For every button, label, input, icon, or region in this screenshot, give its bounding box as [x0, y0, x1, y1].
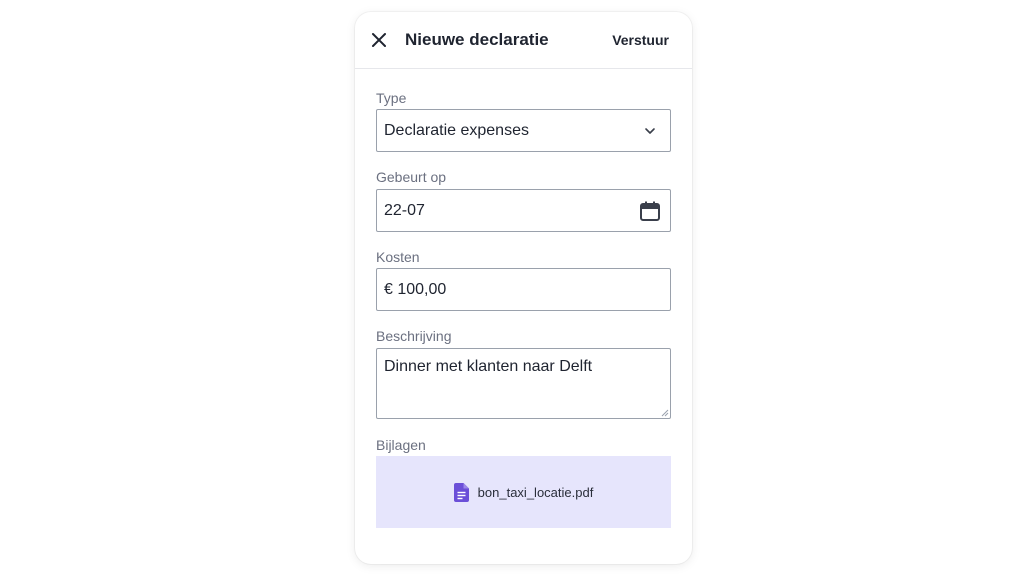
cost-label: Kosten	[376, 249, 420, 265]
attachment-file-name: bon_taxi_locatie.pdf	[477, 484, 594, 500]
resize-handle-icon[interactable]	[661, 409, 669, 417]
date-field[interactable]: 22-07	[376, 189, 671, 232]
attachments-area[interactable]: bon_taxi_locatie.pdf	[376, 456, 671, 528]
new-expense-panel: Nieuwe declaratie Verstuur Type Declarat…	[355, 12, 692, 564]
date-value: 22-07	[384, 201, 425, 219]
description-label: Beschrijving	[376, 328, 452, 344]
description-value: Dinner met klanten naar Delft	[384, 358, 593, 375]
panel-header: Nieuwe declaratie Verstuur	[355, 12, 692, 69]
date-label: Gebeurt op	[376, 169, 447, 185]
cost-value: € 100,00	[384, 280, 447, 298]
calendar-icon[interactable]	[630, 190, 670, 231]
close-button[interactable]	[369, 30, 389, 50]
document-icon	[453, 482, 469, 502]
type-value: Declaratie expenses	[384, 121, 529, 139]
attachments-label: Bijlagen	[376, 437, 426, 453]
description-field[interactable]: Dinner met klanten naar Delft	[376, 348, 671, 419]
type-select[interactable]: Declaratie expenses	[376, 109, 671, 152]
close-icon	[372, 33, 386, 47]
cost-field[interactable]: € 100,00	[376, 268, 671, 311]
send-button[interactable]: Verstuur	[612, 32, 669, 48]
type-label: Type	[376, 90, 407, 106]
page-title: Nieuwe declaratie	[405, 30, 549, 49]
chevron-down-icon	[630, 110, 670, 151]
attachment-item[interactable]: bon_taxi_locatie.pdf	[453, 482, 594, 502]
